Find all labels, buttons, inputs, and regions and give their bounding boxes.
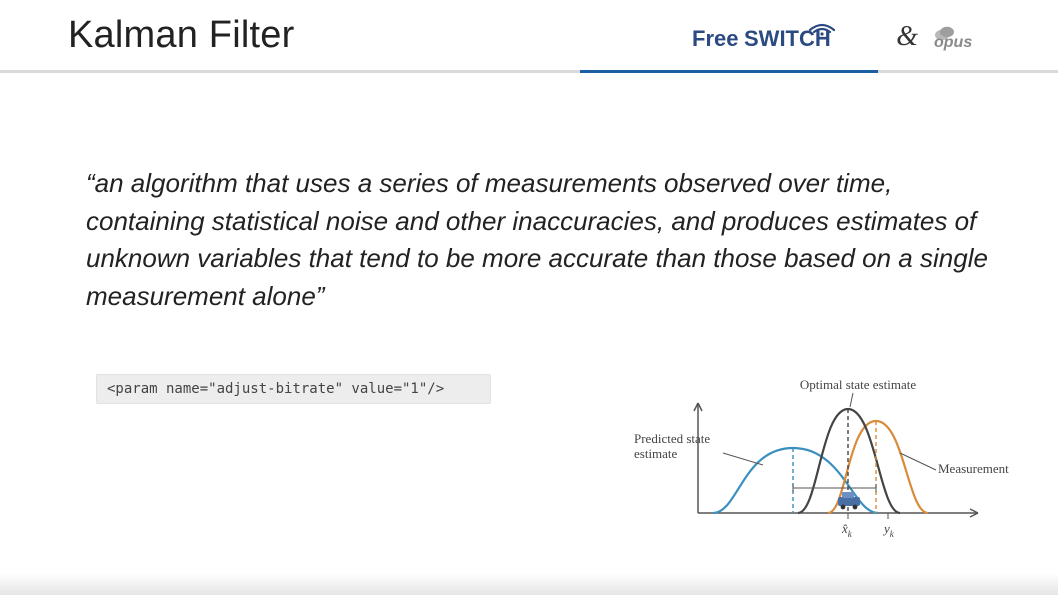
diagram-label-predicted-l1: Predicted state bbox=[634, 431, 710, 446]
header-divider bbox=[0, 70, 1058, 73]
diagram-tick-y: yk bbox=[882, 521, 895, 539]
freeswitch-logo: Free SWITCH bbox=[692, 20, 882, 54]
slide: Kalman Filter Free SWITCH & opus “an alg… bbox=[0, 0, 1058, 595]
definition-text: “an algorithm that uses a series of meas… bbox=[86, 165, 988, 316]
kalman-diagram: Optimal state estimate Predicted state e… bbox=[628, 373, 1028, 553]
svg-text:opus: opus bbox=[934, 34, 972, 51]
svg-text:SWITCH: SWITCH bbox=[744, 26, 831, 51]
header-divider-accent bbox=[580, 70, 878, 73]
svg-text:x̂k: x̂k bbox=[841, 521, 853, 539]
diagram-label-optimal: Optimal state estimate bbox=[800, 377, 916, 392]
code-snippet: <param name="adjust-bitrate" value="1"/> bbox=[96, 374, 491, 404]
bottom-shadow bbox=[0, 573, 1058, 595]
page-title: Kalman Filter bbox=[68, 14, 294, 57]
diagram-tick-xhat: x̂k bbox=[841, 521, 853, 539]
opus-logo: opus bbox=[932, 23, 1002, 51]
diagram-label-predicted-l2: estimate bbox=[634, 446, 678, 461]
logo-group: Free SWITCH & opus bbox=[692, 14, 1002, 54]
code-text: <param name="adjust-bitrate" value="1"/> bbox=[107, 381, 444, 397]
diagram-label-measurement: Measurement bbox=[938, 461, 1009, 476]
svg-text:Free: Free bbox=[692, 26, 738, 51]
ampersand-text: & bbox=[894, 21, 920, 53]
svg-text:yk: yk bbox=[882, 521, 895, 539]
header: Kalman Filter Free SWITCH & opus bbox=[0, 0, 1058, 57]
